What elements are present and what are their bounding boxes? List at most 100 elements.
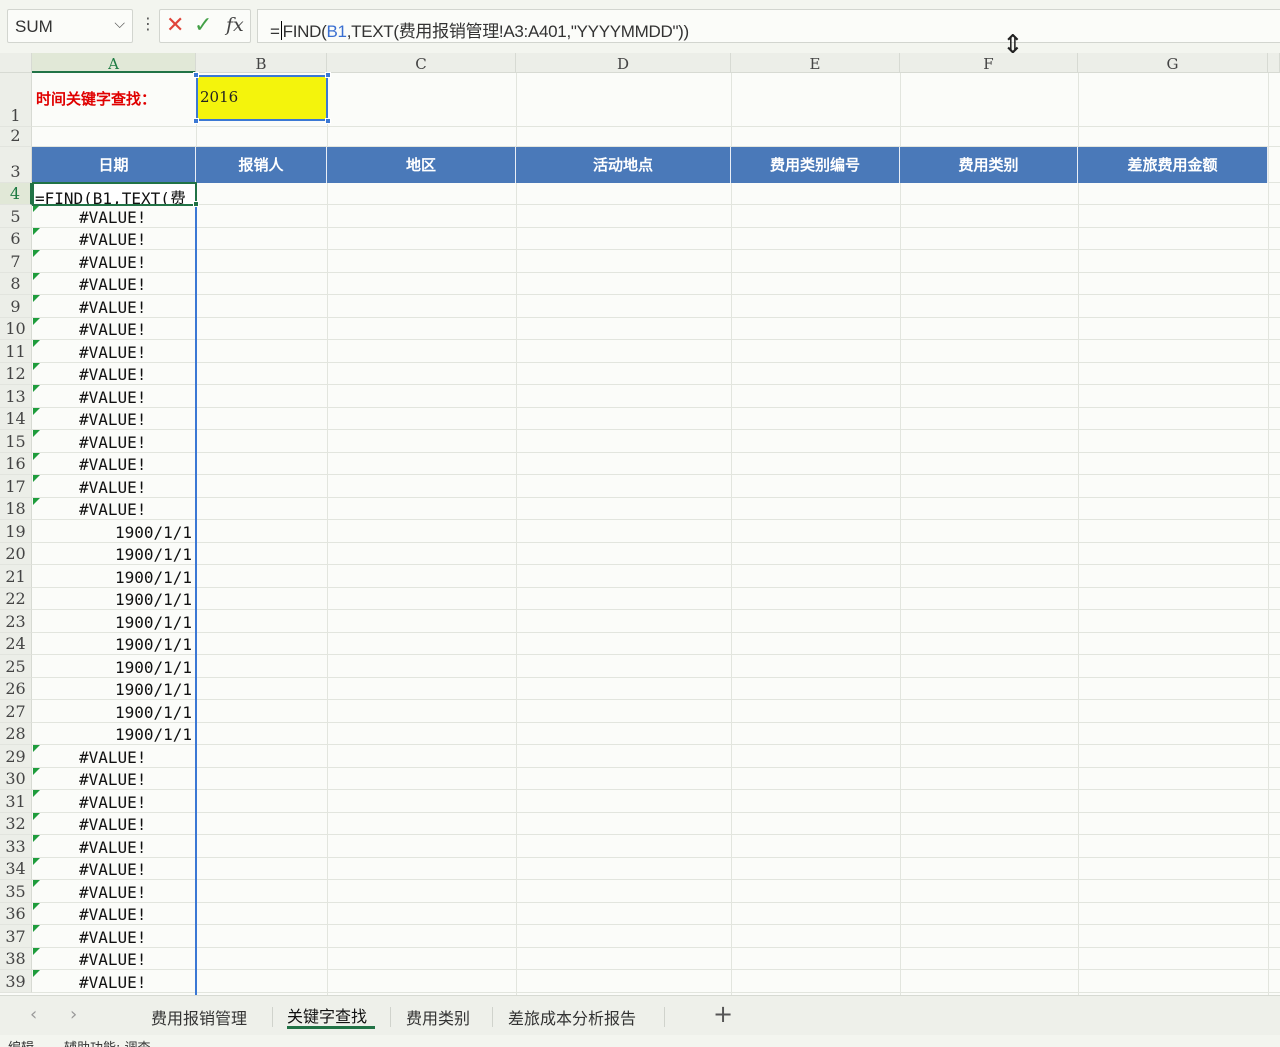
row-header[interactable]: 16 bbox=[0, 452, 32, 475]
cancel-icon[interactable]: ✕ bbox=[166, 13, 184, 38]
row-header[interactable]: 28 bbox=[0, 722, 32, 745]
error-cell[interactable]: #VALUE! bbox=[33, 250, 195, 273]
error-cell[interactable]: #VALUE! bbox=[33, 902, 195, 926]
table-header-cell[interactable]: 费用类别编号 bbox=[731, 147, 900, 183]
date-cell[interactable]: 1900/1/1 bbox=[33, 655, 195, 678]
row-header[interactable]: 32 bbox=[0, 812, 32, 835]
error-cell[interactable]: #VALUE! bbox=[33, 925, 195, 948]
error-cell[interactable]: #VALUE! bbox=[33, 362, 195, 386]
table-header-cell[interactable]: 地区 bbox=[327, 147, 516, 183]
row-header[interactable]: 13 bbox=[0, 385, 32, 408]
range-handle[interactable] bbox=[325, 72, 331, 78]
row-header[interactable]: 23 bbox=[0, 610, 32, 633]
fill-handle[interactable] bbox=[193, 201, 199, 207]
error-cell[interactable]: #VALUE! bbox=[33, 835, 195, 858]
row-header[interactable]: 11 bbox=[0, 340, 32, 363]
row-header[interactable]: 38 bbox=[0, 947, 32, 970]
add-sheet-icon[interactable]: + bbox=[713, 1000, 733, 1028]
error-cell[interactable]: #VALUE! bbox=[33, 790, 195, 813]
error-cell[interactable]: #VALUE! bbox=[33, 767, 195, 791]
column-header-b[interactable]: B bbox=[196, 53, 327, 73]
column-header-e[interactable]: E bbox=[731, 53, 900, 73]
chevron-down-icon[interactable]: ⌵ bbox=[114, 16, 125, 32]
row-header[interactable]: 4 bbox=[0, 183, 32, 205]
error-cell[interactable]: #VALUE! bbox=[33, 295, 195, 318]
row-header[interactable]: 31 bbox=[0, 790, 32, 813]
table-header-cell[interactable]: 报销人 bbox=[196, 147, 327, 183]
formula-input[interactable]: = FIND(B1,TEXT(费用报销管理!A3:A401,"YYYYMMDD")… bbox=[257, 9, 1280, 43]
row-header[interactable]: 25 bbox=[0, 655, 32, 678]
row-header[interactable]: 1 bbox=[0, 73, 32, 127]
row-header[interactable]: 7 bbox=[0, 250, 32, 273]
range-handle[interactable] bbox=[193, 72, 199, 78]
error-cell[interactable]: #VALUE! bbox=[33, 272, 195, 296]
row-header[interactable]: 36 bbox=[0, 902, 32, 925]
row-header[interactable]: 22 bbox=[0, 587, 32, 610]
row-header[interactable]: 24 bbox=[0, 632, 32, 655]
more-options-icon[interactable]: ⋮ bbox=[140, 14, 156, 33]
accessibility-status[interactable]: 辅助功能: 调查 bbox=[64, 1037, 151, 1047]
row-header[interactable]: 26 bbox=[0, 677, 32, 700]
date-cell[interactable]: 1900/1/1 bbox=[33, 700, 195, 723]
tab-travel-cost-report[interactable]: 差旅成本分析报告 bbox=[508, 1005, 636, 1029]
error-cell[interactable]: #VALUE! bbox=[33, 227, 195, 251]
column-header-a[interactable]: A bbox=[32, 53, 196, 73]
column-header-f[interactable]: F bbox=[900, 53, 1078, 73]
select-all-corner[interactable] bbox=[0, 53, 32, 73]
tab-expense-category[interactable]: 费用类别 bbox=[406, 1005, 470, 1029]
date-cell[interactable]: 1900/1/1 bbox=[33, 543, 195, 566]
date-cell[interactable]: 1900/1/1 bbox=[33, 633, 195, 656]
error-cell[interactable]: #VALUE! bbox=[33, 407, 195, 431]
row-header[interactable]: 29 bbox=[0, 745, 32, 768]
row-header[interactable]: 12 bbox=[0, 362, 32, 385]
tab-expense-management[interactable]: 费用报销管理 bbox=[151, 1005, 247, 1029]
error-cell[interactable]: #VALUE! bbox=[33, 812, 195, 836]
error-cell[interactable]: #VALUE! bbox=[33, 857, 195, 881]
row-header[interactable]: 5 bbox=[0, 205, 32, 228]
row-header[interactable]: 37 bbox=[0, 925, 32, 948]
error-cell[interactable]: #VALUE! bbox=[33, 970, 195, 993]
error-cell[interactable]: #VALUE! bbox=[33, 947, 195, 971]
error-cell[interactable]: #VALUE! bbox=[33, 452, 195, 476]
row-header[interactable]: 18 bbox=[0, 497, 32, 520]
row-header[interactable]: 27 bbox=[0, 700, 32, 723]
date-cell[interactable]: 1900/1/1 bbox=[33, 678, 195, 701]
range-handle[interactable] bbox=[325, 118, 331, 124]
tab-next-icon[interactable]: › bbox=[70, 1004, 77, 1025]
sheet-grid[interactable]: A B C D E F G 1 2 3 4 5 #VALUE! 6 #VALUE! 7 #VALUE! 8 #VAL… bbox=[0, 53, 1280, 995]
confirm-icon[interactable]: ✓ bbox=[194, 13, 212, 38]
row-header[interactable]: 30 bbox=[0, 767, 32, 790]
row-header[interactable]: 2 bbox=[0, 126, 32, 147]
row-header[interactable]: 19 bbox=[0, 520, 32, 543]
row-header[interactable]: 6 bbox=[0, 227, 32, 250]
name-box[interactable]: SUM ⌵ bbox=[7, 9, 133, 43]
error-cell[interactable]: #VALUE! bbox=[33, 340, 195, 363]
table-header-cell[interactable]: 差旅费用金额 bbox=[1078, 147, 1268, 183]
table-header-cell[interactable]: 费用类别 bbox=[900, 147, 1078, 183]
tab-prev-icon[interactable]: ‹ bbox=[30, 1004, 37, 1025]
error-cell[interactable]: #VALUE! bbox=[33, 317, 195, 341]
error-cell[interactable]: #VALUE! bbox=[33, 475, 195, 498]
row-header[interactable]: 15 bbox=[0, 430, 32, 453]
date-cell[interactable]: 1900/1/1 bbox=[33, 723, 195, 746]
row-header[interactable]: 8 bbox=[0, 272, 32, 295]
row-header[interactable]: 20 bbox=[0, 542, 32, 565]
error-cell[interactable]: #VALUE! bbox=[33, 430, 195, 453]
column-header-g[interactable]: G bbox=[1078, 53, 1268, 73]
error-cell[interactable]: #VALUE! bbox=[33, 880, 195, 903]
date-cell[interactable]: 1900/1/1 bbox=[33, 588, 195, 611]
row-header[interactable]: 10 bbox=[0, 317, 32, 340]
year-input-cell[interactable]: 2016 bbox=[196, 75, 328, 121]
table-header-cell[interactable]: 日期 bbox=[32, 147, 196, 183]
column-header-d[interactable]: D bbox=[516, 53, 731, 73]
error-cell[interactable]: #VALUE! bbox=[33, 205, 195, 228]
row-header[interactable]: 17 bbox=[0, 475, 32, 498]
column-header-c[interactable]: C bbox=[327, 53, 516, 73]
error-cell[interactable]: #VALUE! bbox=[33, 497, 195, 521]
error-cell[interactable]: #VALUE! bbox=[33, 385, 195, 408]
date-cell[interactable]: 1900/1/1 bbox=[33, 520, 195, 543]
range-handle[interactable] bbox=[193, 118, 199, 124]
row-header[interactable]: 39 bbox=[0, 970, 32, 993]
row-header[interactable]: 34 bbox=[0, 857, 32, 880]
row-header[interactable]: 21 bbox=[0, 565, 32, 588]
